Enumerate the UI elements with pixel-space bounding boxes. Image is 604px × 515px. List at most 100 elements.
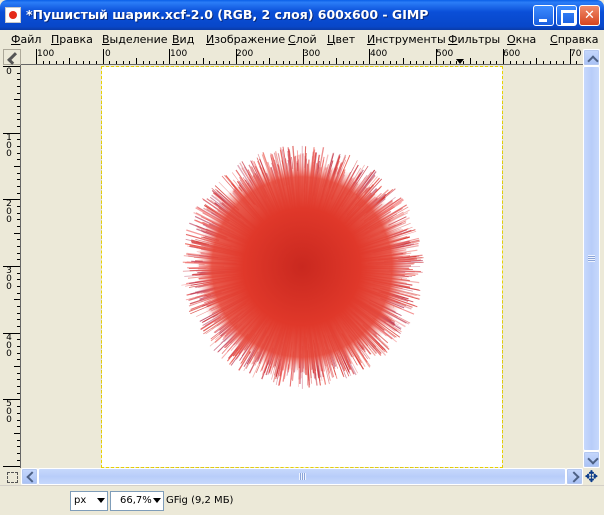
ruler-tick	[329, 61, 330, 64]
canvas-area[interactable]	[21, 65, 583, 468]
status-bar: px 66,7% GFig (9,2 МБ)	[0, 485, 604, 515]
ruler-tick	[43, 61, 44, 64]
ruler-tick	[36, 49, 37, 64]
maximize-button[interactable]	[556, 5, 577, 26]
ruler-tick	[14, 233, 20, 234]
ruler-tick	[17, 219, 20, 220]
menu-file[interactable]: Файл	[11, 33, 41, 46]
ruler-tick	[17, 113, 20, 114]
ruler-tick	[17, 153, 20, 154]
ruler-label: 0	[105, 49, 111, 59]
ruler-tick	[17, 446, 20, 447]
menu-windows[interactable]: Окна	[507, 33, 536, 46]
minimize-button[interactable]	[533, 5, 554, 26]
horizontal-ruler[interactable]: 100 0 100 200 300 400 500 600 70	[21, 49, 583, 65]
ruler-tick	[17, 420, 20, 421]
menu-layer[interactable]: Слой	[288, 33, 317, 46]
ruler-tick	[536, 58, 537, 64]
ruler-tick	[550, 61, 551, 64]
ruler-tick	[3, 266, 20, 267]
vertical-ruler[interactable]: 0 100 200 300 400 500	[3, 65, 21, 468]
menu-edit[interactable]: Правка	[51, 33, 93, 46]
ruler-tick	[390, 61, 391, 64]
horizontal-scrollbar[interactable]	[21, 468, 583, 485]
quick-mask-toggle[interactable]	[3, 468, 21, 485]
ruler-tick	[17, 93, 20, 94]
scroll-left-button[interactable]	[21, 468, 38, 485]
ruler-tick	[316, 61, 317, 64]
gimp-icon[interactable]	[5, 7, 21, 23]
scroll-right-button[interactable]	[566, 468, 583, 485]
ruler-tick	[423, 61, 424, 64]
ruler-tick	[3, 66, 20, 67]
ruler-tick	[410, 61, 411, 64]
ruler-tick	[56, 61, 57, 64]
ruler-tick	[14, 166, 20, 167]
ruler-tick	[17, 286, 20, 287]
ruler-tick	[17, 173, 20, 174]
navigate-icon[interactable]: ✥	[583, 468, 600, 485]
ruler-tick	[123, 61, 124, 64]
ruler-tick	[17, 259, 20, 260]
vertical-scroll-thumb[interactable]	[583, 66, 600, 451]
zoom-select[interactable]: 66,7%	[110, 491, 164, 511]
ruler-tick	[3, 466, 20, 467]
ruler-tick	[443, 61, 444, 64]
ruler-tick	[96, 61, 97, 64]
window-title: *Пушистый шарик.xcf-2.0 (RGB, 2 слоя) 60…	[26, 7, 429, 22]
ruler-tick	[17, 460, 20, 461]
quick-mask-corner-button[interactable]	[3, 49, 21, 65]
ruler-tick	[463, 61, 464, 64]
ruler-tick	[17, 86, 20, 87]
unit-select[interactable]: px	[70, 491, 108, 511]
ruler-tick	[483, 61, 484, 64]
ruler-tick	[416, 61, 417, 64]
ruler-tick	[17, 346, 20, 347]
ruler-tick	[17, 73, 20, 74]
ruler-tick	[256, 61, 257, 64]
menu-bar: Файл Правка Выделение Вид Изображение Сл…	[0, 30, 604, 48]
ruler-tick	[49, 61, 50, 64]
ruler-tick	[216, 61, 217, 64]
ruler-tick	[17, 453, 20, 454]
ruler-tick	[63, 61, 64, 64]
ruler-tick	[269, 58, 270, 64]
menu-view[interactable]: Вид	[172, 33, 194, 46]
ruler-label: 500	[436, 49, 454, 59]
ruler-tick	[3, 399, 20, 400]
menu-filters[interactable]: Фильтры	[448, 33, 500, 46]
scroll-down-button[interactable]	[583, 451, 600, 468]
ruler-tick	[17, 386, 20, 387]
chevron-down-icon	[153, 498, 161, 503]
fluffy-ball-image	[181, 145, 424, 389]
ruler-tick	[450, 61, 451, 64]
ruler-tick	[14, 99, 20, 100]
close-button[interactable]	[579, 5, 600, 26]
ruler-tick	[556, 61, 557, 64]
menu-image[interactable]: Изображение	[206, 33, 285, 46]
menu-colors[interactable]: Цвет	[327, 33, 355, 46]
ruler-tick	[289, 61, 290, 64]
ruler-tick	[510, 61, 511, 64]
ruler-tick	[17, 246, 20, 247]
horizontal-scroll-thumb[interactable]	[38, 468, 566, 485]
ruler-tick	[3, 333, 20, 334]
ruler-tick	[563, 61, 564, 64]
ruler-tick	[17, 353, 20, 354]
ruler-tick	[17, 373, 20, 374]
ruler-tick	[396, 61, 397, 64]
ruler-tick	[223, 61, 224, 64]
ruler-tick	[336, 58, 337, 64]
ruler-tick	[356, 61, 357, 64]
ruler-tick	[17, 279, 20, 280]
image-canvas[interactable]	[101, 66, 503, 468]
menu-select[interactable]: Выделение	[102, 33, 168, 46]
ruler-tick	[17, 313, 20, 314]
menu-tools[interactable]: Инструменты	[367, 33, 446, 46]
menu-help[interactable]: Справка	[550, 33, 598, 46]
ruler-tick	[430, 61, 431, 64]
ruler-tick	[383, 61, 384, 64]
ruler-tick	[209, 61, 210, 64]
scroll-up-button[interactable]	[583, 49, 600, 66]
vertical-scrollbar[interactable]	[583, 49, 600, 468]
